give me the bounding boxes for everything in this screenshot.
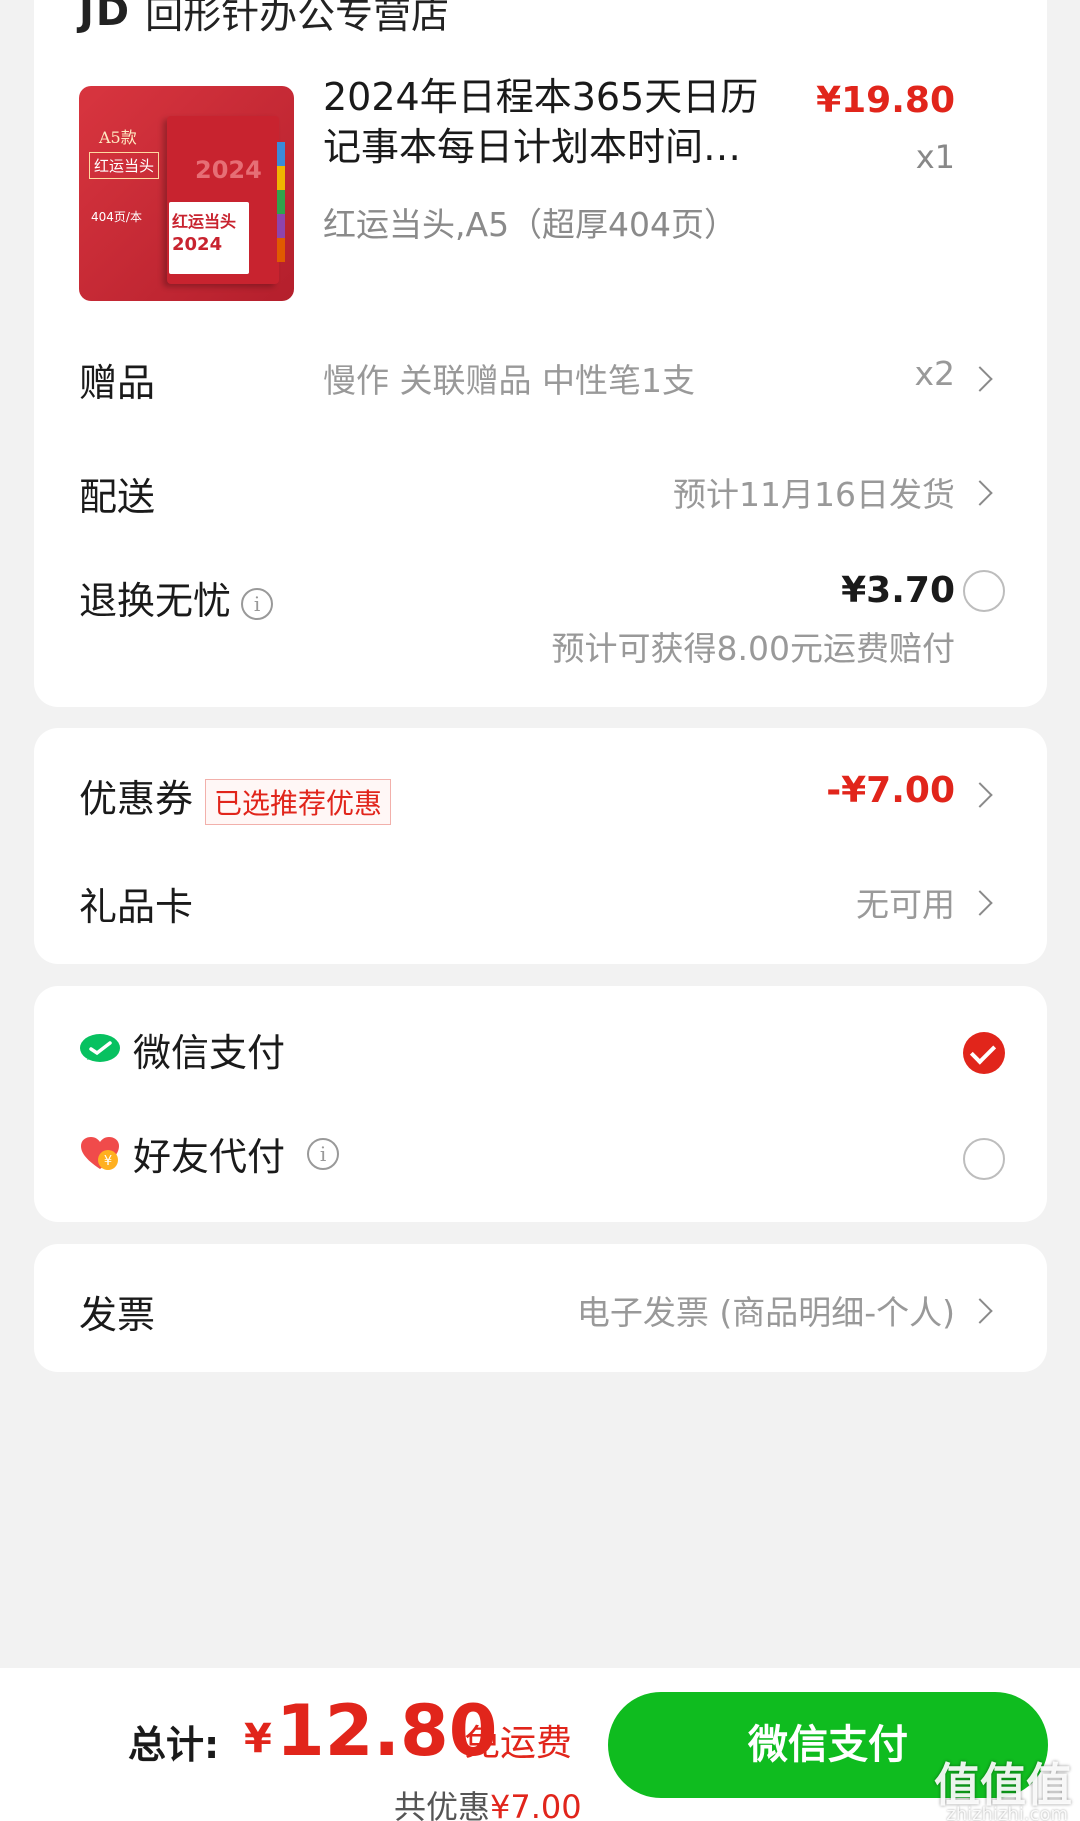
return-price: ¥3.70 [841, 570, 955, 611]
payment-card: 微信支付 ¥ 好友代付 i [34, 986, 1047, 1222]
gift-value[interactable]: 慢作 关联赠品 中性笔1支 [323, 354, 695, 402]
svg-text:¥: ¥ [104, 1154, 112, 1169]
gift-qty: x2 [914, 354, 955, 393]
coupon-tag: 已选推荐优惠 [205, 778, 392, 825]
chevron-right-icon[interactable] [967, 890, 993, 916]
coupon-value: -¥7.00 [826, 770, 955, 811]
product-image[interactable]: A5款 红运当头 404页/本 2024 红运当头 2024 [79, 86, 294, 301]
wechat-pay-label: 微信支付 [133, 1031, 286, 1075]
saved-label: 共优惠 [394, 1788, 491, 1821]
image-tag-name: 红运当头 [89, 152, 160, 179]
chevron-right-icon[interactable] [967, 782, 993, 808]
book-label-title: 红运当头 [172, 212, 237, 231]
saved-value: ¥7.00 [490, 1788, 582, 1821]
coupon-label: 优惠券 [79, 777, 194, 821]
heart-pay-icon: ¥ [81, 1136, 119, 1170]
giftcard-label: 礼品卡 [79, 885, 194, 929]
book-index-tabs [277, 142, 285, 262]
invoice-card[interactable]: 发票 电子发票 (商品明细-个人) [34, 1244, 1047, 1372]
friend-pay-label: 好友代付 [133, 1135, 286, 1179]
wechat-pay-check[interactable] [963, 1032, 1005, 1074]
invoice-label: 发票 [79, 1293, 156, 1337]
book-label: 红运当头 2024 [169, 202, 249, 274]
chevron-right-icon[interactable] [967, 480, 993, 506]
product-qty: x1 [915, 138, 955, 176]
discount-card: 优惠券 已选推荐优惠 -¥7.00 礼品卡 无可用 [34, 728, 1047, 964]
coupon-row[interactable]: 优惠券 已选推荐优惠 [79, 768, 392, 825]
jd-logo: JD [79, 0, 132, 35]
chevron-right-icon[interactable] [967, 366, 993, 392]
book-year-emboss: 2024 [195, 156, 262, 184]
return-radio[interactable] [963, 570, 1005, 612]
payment-option-wechat[interactable]: 微信支付 [79, 1022, 285, 1077]
book-cover: 2024 红运当头 2024 [167, 116, 279, 284]
saved-amount: 共优惠¥7.00 [394, 1782, 582, 1821]
delivery-label: 配送 [79, 475, 156, 519]
free-shipping-label: 免运费 [464, 1723, 573, 1764]
total-currency: ¥ [244, 1716, 272, 1762]
payment-option-friend[interactable]: ¥ 好友代付 i [79, 1126, 340, 1181]
store-header[interactable]: JD 回形针办公专营店 [79, 0, 449, 39]
image-tag-pages: 404页/本 [91, 210, 142, 224]
gift-label: 赠品 [79, 361, 156, 405]
image-tag-model: A5款 [99, 128, 137, 147]
invoice-value[interactable]: 电子发票 (商品明细-个人) [577, 1286, 955, 1334]
total-label: 总计: [128, 1723, 220, 1767]
checkout-footer: 总计: ¥ 12.80 免运费 共优惠¥7.00 微信支付 值值值 zhizhi… [0, 1668, 1080, 1821]
wechat-icon [80, 1033, 120, 1062]
return-note: 预计可获得8.00元运费赔付 [551, 629, 955, 668]
product-price: ¥19.80 [816, 80, 955, 121]
return-label-text: 退换无忧 [79, 579, 232, 623]
order-card: JD 回形针办公专营店 A5款 红运当头 404页/本 2024 红运当头 20… [34, 0, 1047, 707]
friend-pay-radio[interactable] [963, 1138, 1005, 1180]
product-title-line1: 2024年日程本365天日历 [323, 75, 759, 119]
book-label-year: 2024 [172, 234, 223, 255]
watermark-url: zhizhizhi.com [946, 1804, 1068, 1821]
store-name: 回形针办公专营店 [145, 0, 450, 37]
delivery-value[interactable]: 预计11月16日发货 [673, 468, 955, 516]
info-icon[interactable]: i [241, 587, 274, 620]
info-icon[interactable]: i [307, 1137, 340, 1170]
return-label: 退换无忧 i [79, 570, 274, 625]
product-title-line2: 记事本每日计划本时间… [323, 125, 742, 169]
giftcard-value[interactable]: 无可用 [856, 878, 955, 926]
product-spec[interactable]: 红运当头,A5（超厚404页） [323, 198, 737, 246]
chevron-right-icon[interactable] [967, 1298, 993, 1324]
product-title[interactable]: 2024年日程本365天日历 记事本每日计划本时间… [323, 72, 763, 172]
